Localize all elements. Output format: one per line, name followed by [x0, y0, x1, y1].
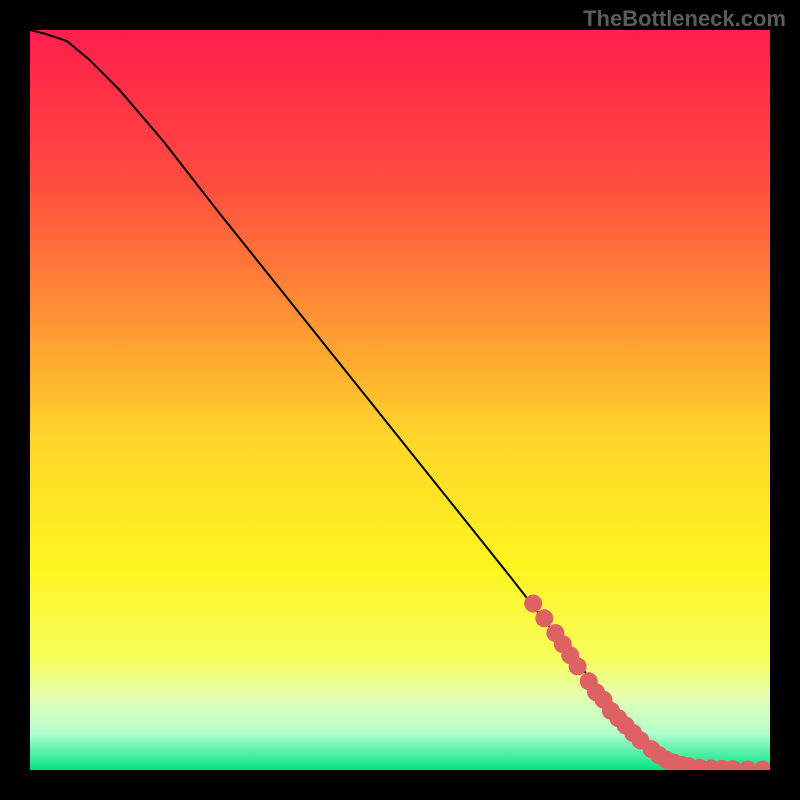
scatter-point — [569, 657, 587, 675]
scatter-point — [524, 595, 542, 613]
chart-svg — [30, 30, 770, 770]
chart-plot-area — [30, 30, 770, 770]
scatter-point — [535, 609, 553, 627]
chart-background — [30, 30, 770, 770]
watermark-text: TheBottleneck.com — [583, 6, 786, 32]
